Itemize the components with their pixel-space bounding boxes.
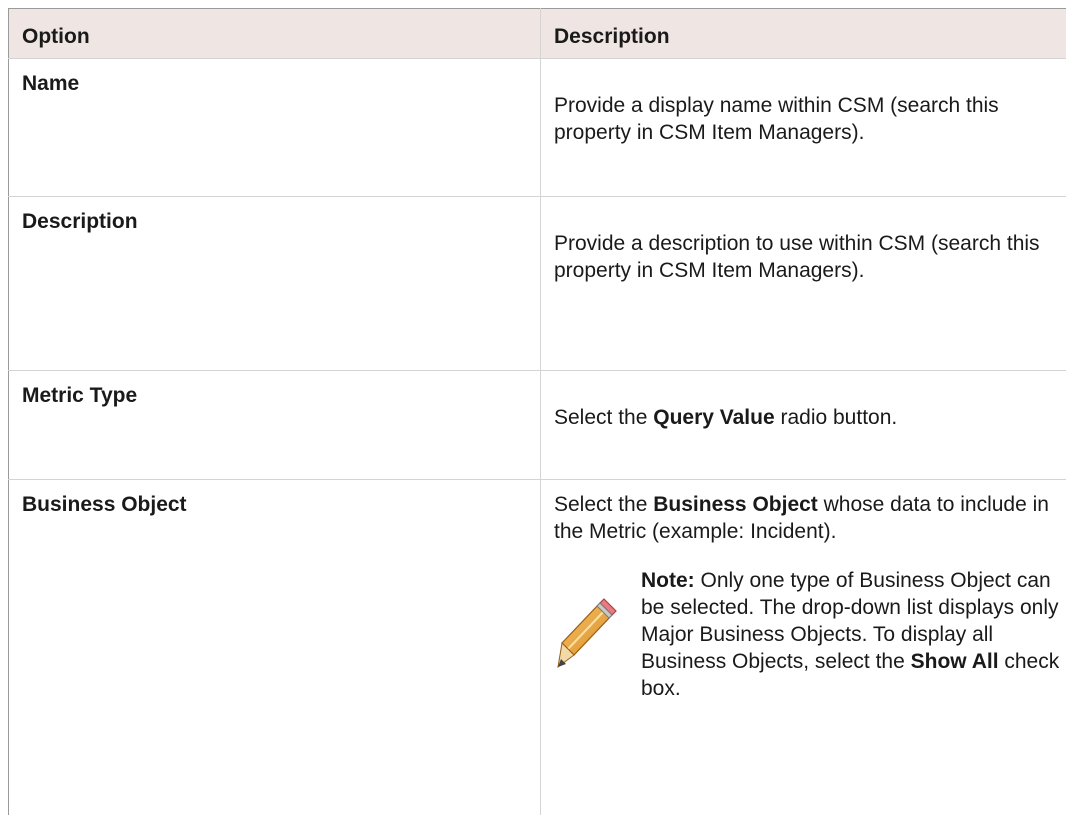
option-name: Metric Type: [8, 370, 541, 480]
description-emphasis: Business Object: [653, 493, 818, 516]
header-description: Description: [540, 8, 1066, 59]
page: Option Description Name Provide a displa…: [0, 0, 1066, 815]
note-label: Note:: [641, 569, 695, 592]
option-name: Description: [8, 196, 541, 371]
description-text: Select the Query Value radio button.: [554, 382, 1066, 431]
description-text: Select the Business Object whose data to…: [554, 491, 1066, 545]
options-table: Option Description Name Provide a displa…: [8, 8, 1066, 815]
header-option: Option: [8, 8, 541, 59]
description-prefix: Select the: [554, 406, 654, 429]
table-row: Name Provide a display name within CSM (…: [8, 58, 1066, 197]
note-emphasis: Show All: [910, 650, 999, 673]
note-box: Note: Only one type of Business Object c…: [554, 567, 1066, 702]
description-emphasis: Query Value: [653, 406, 775, 429]
pencil-icon: [554, 567, 641, 702]
description-cell: Provide a description to use within CSM …: [540, 196, 1066, 371]
description-cell: Select the Query Value radio button.: [540, 370, 1066, 480]
option-name: Business Object: [22, 493, 187, 516]
table-row: Business Object Select the Business Obje…: [9, 479, 1066, 815]
description-prefix: Select the: [554, 493, 654, 516]
description-text: Provide a display name within CSM (searc…: [554, 94, 999, 144]
description-cell: Provide a display name within CSM (searc…: [540, 58, 1066, 197]
description-suffix: radio button.: [774, 406, 898, 429]
table-row: Description Provide a description to use…: [8, 196, 1066, 371]
table-row: Metric Type Select the Query Value radio…: [8, 370, 1066, 480]
description-text: Provide a description to use within CSM …: [554, 232, 1040, 282]
table-header-row: Option Description: [8, 8, 1066, 59]
option-name: Name: [8, 58, 541, 197]
description-cell: Select the Business Object whose data to…: [540, 479, 1066, 815]
note-text: Note: Only one type of Business Object c…: [641, 567, 1066, 702]
